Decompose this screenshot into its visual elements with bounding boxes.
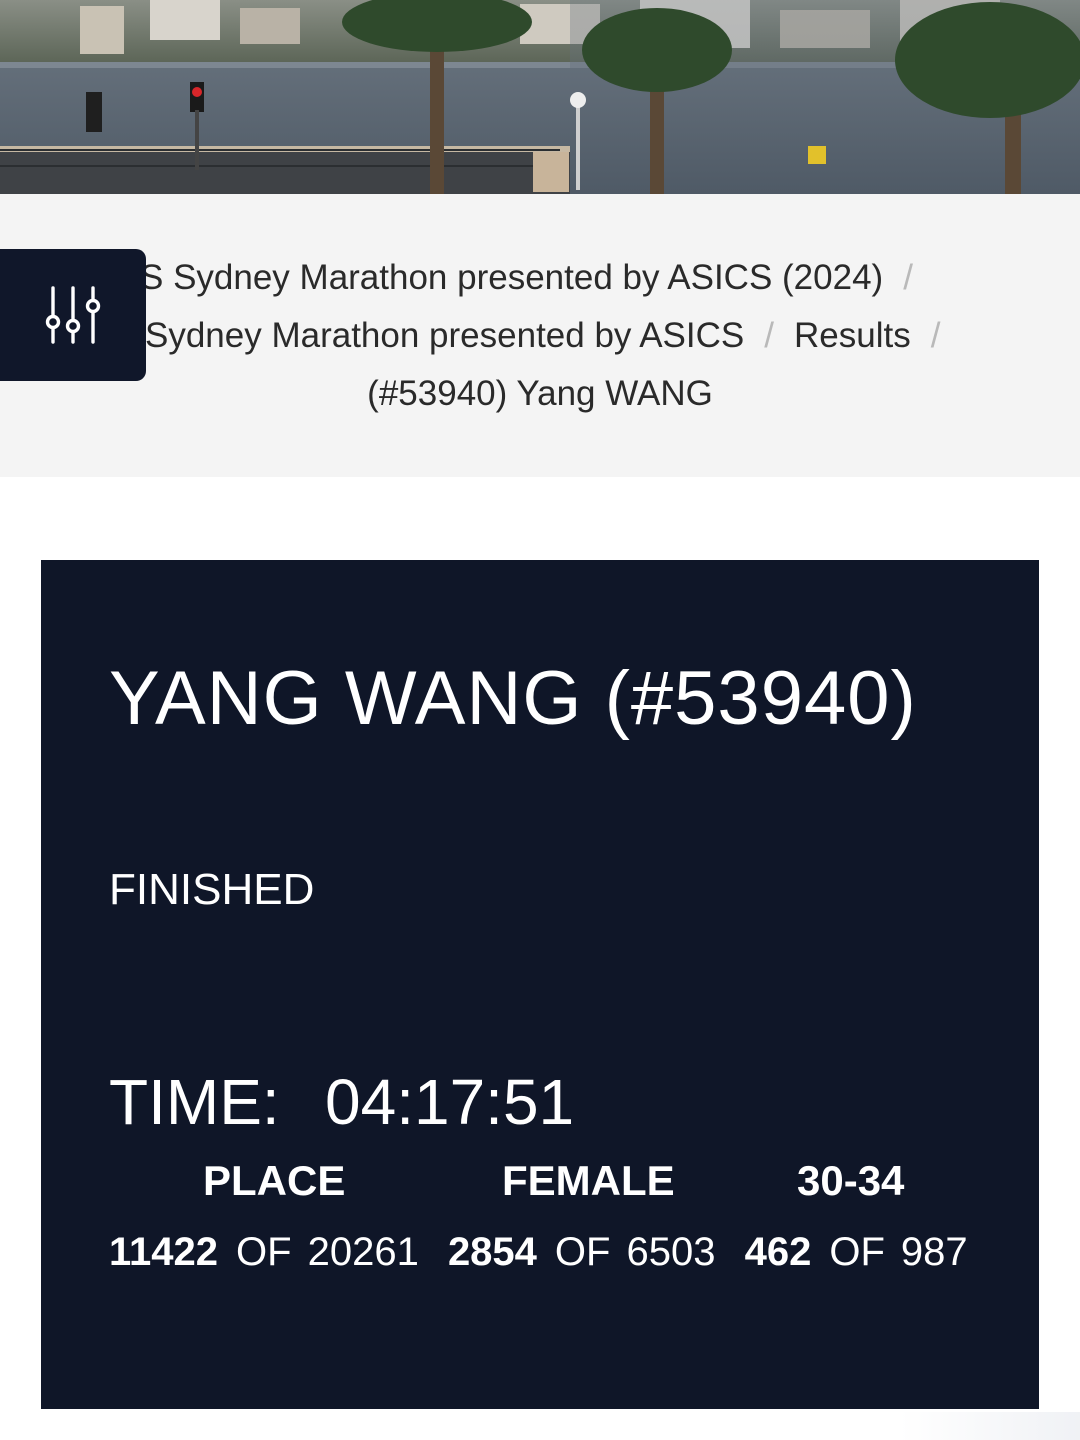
time-value: 04:17:51	[325, 1066, 575, 1138]
breadcrumb-current: (#53940) Yang WANG	[367, 374, 713, 413]
overall-rank: 11422	[109, 1230, 219, 1274]
breadcrumb: S Sydney Marathon presented by ASICS (20…	[0, 194, 1080, 477]
overall-of-label: OF	[236, 1230, 292, 1274]
overall-total: 20261	[307, 1230, 419, 1274]
age-group-total: 987	[900, 1230, 968, 1274]
breadcrumb-separator: /	[764, 316, 774, 355]
time-label: TIME:	[109, 1066, 280, 1138]
sliders-icon	[45, 286, 101, 344]
age-group-rank: 462	[744, 1230, 812, 1274]
gender-of-label: OF	[554, 1230, 611, 1274]
place-label: PLACE	[203, 1157, 346, 1204]
filter-button[interactable]	[0, 249, 146, 381]
result-card: YANG WANG (#53940) FINISHED TIME: 04:17:…	[41, 560, 1039, 1409]
gender-total: 6503	[626, 1230, 716, 1274]
breadcrumb-event-year[interactable]: S Sydney Marathon presented by ASICS (20…	[140, 258, 883, 297]
breadcrumb-event[interactable]: Sydney Marathon presented by ASICS	[145, 316, 744, 355]
breadcrumb-separator: /	[930, 316, 941, 355]
rankings-row: 11422 OF 20261 2854 OF 6503 462 OF 987	[109, 1230, 968, 1275]
gender-rank: 2854	[447, 1230, 537, 1274]
scroll-shadow	[900, 1412, 1080, 1440]
breadcrumb-results[interactable]: Results	[794, 316, 911, 355]
gender-label: FEMALE	[502, 1157, 675, 1204]
age-group-label: 30-34	[797, 1157, 905, 1204]
age-group-of-label: OF	[829, 1230, 885, 1274]
hero-image	[0, 0, 1080, 194]
breadcrumb-separator: /	[903, 258, 913, 297]
status-text: FINISHED	[109, 865, 315, 914]
runner-heading: YANG WANG (#53940)	[109, 656, 917, 741]
